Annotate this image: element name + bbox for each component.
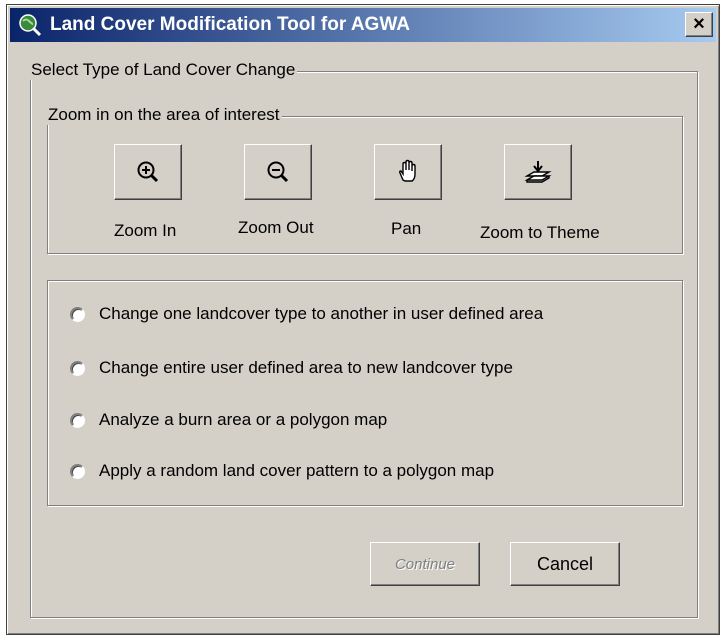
zoom-to-theme-label: Zoom to Theme bbox=[480, 223, 600, 242]
continue-button[interactable]: Continue bbox=[370, 542, 480, 586]
option-analyze-burn-area[interactable]: Analyze a burn area or a polygon map bbox=[70, 408, 387, 432]
option-label: Change entire user defined area to new l… bbox=[99, 358, 513, 377]
pan-label: Pan bbox=[391, 219, 422, 238]
close-button[interactable]: × bbox=[685, 12, 713, 37]
globe-magnifier-icon bbox=[19, 14, 42, 37]
dialog-window: Land Cover Modification Tool for AGWA × … bbox=[6, 4, 720, 635]
pan-button[interactable] bbox=[374, 144, 442, 200]
zoom-out-icon bbox=[267, 161, 289, 183]
option-change-one-type[interactable]: Change one landcover type to another in … bbox=[70, 302, 543, 326]
pan-hand-icon bbox=[398, 159, 416, 182]
zoom-group-label: Zoom in on the area of interest bbox=[46, 105, 282, 125]
radio-button[interactable] bbox=[70, 463, 85, 479]
title-bar[interactable]: Land Cover Modification Tool for AGWA × bbox=[10, 8, 716, 42]
zoom-in-icon bbox=[137, 161, 159, 183]
option-change-entire-area[interactable]: Change entire user defined area to new l… bbox=[70, 356, 513, 380]
zoom-group: Zoom in on the area of interest Zoom In … bbox=[46, 105, 683, 254]
land-cover-change-group-label: Select Type of Land Cover Change bbox=[29, 60, 298, 80]
option-label: Apply a random land cover pattern to a p… bbox=[99, 461, 495, 480]
zoom-out-label: Zoom Out bbox=[238, 218, 314, 237]
zoom-to-theme-icon bbox=[524, 161, 552, 183]
cancel-label: Cancel bbox=[536, 553, 594, 574]
cancel-button[interactable]: Cancel bbox=[510, 542, 620, 586]
radio-button[interactable] bbox=[70, 306, 85, 322]
option-random-pattern[interactable]: Apply a random land cover pattern to a p… bbox=[70, 459, 494, 483]
option-label: Analyze a burn area or a polygon map bbox=[99, 410, 388, 429]
window-title: Land Cover Modification Tool for AGWA bbox=[50, 14, 410, 35]
radio-button[interactable] bbox=[70, 360, 85, 376]
land-cover-change-group: Select Type of Land Cover Change Zoom in… bbox=[29, 60, 698, 618]
continue-label: Continue bbox=[394, 555, 456, 573]
zoom-to-theme-button[interactable] bbox=[504, 144, 572, 200]
option-label: Change one landcover type to another in … bbox=[99, 304, 544, 323]
close-icon: × bbox=[693, 13, 705, 35]
zoom-in-button[interactable] bbox=[114, 144, 182, 200]
change-options-group: Change one landcover type to another in … bbox=[47, 280, 683, 506]
radio-button[interactable] bbox=[70, 412, 85, 428]
zoom-out-button[interactable] bbox=[244, 144, 312, 200]
zoom-in-label: Zoom In bbox=[114, 221, 177, 240]
